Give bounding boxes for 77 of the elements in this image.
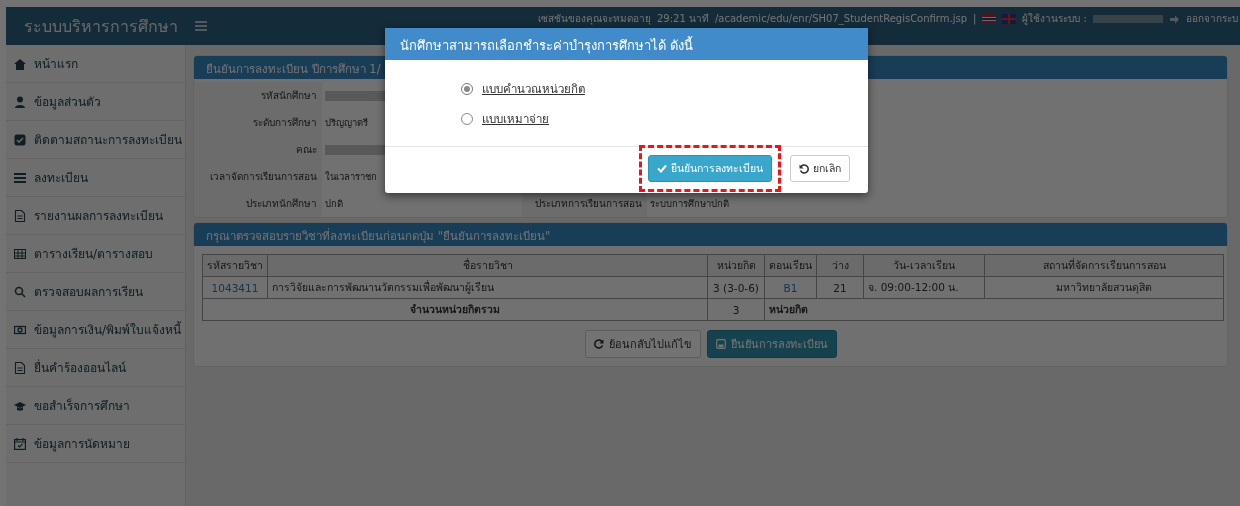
option-link[interactable]: แบบเหมาจ่าย (482, 110, 549, 128)
confirm-button[interactable]: ยืนยันการลงทะเบียน (648, 155, 772, 182)
banknote-icon (14, 323, 26, 336)
table-cell: 21 (816, 276, 864, 299)
sign-out-icon[interactable] (1169, 13, 1180, 25)
list-icon (14, 171, 26, 184)
field-label: ประเภทนักศึกษา (246, 197, 317, 211)
field-value: ระบบการศึกษาปกติ (650, 197, 729, 211)
confirm-registration-button[interactable]: ยืนยันการลงทะเบียน (706, 330, 837, 358)
sidebar-item[interactable]: ตรวจสอบผลการเรียน (34, 282, 143, 301)
total-value: 3 (707, 298, 765, 321)
blurred-value (325, 90, 385, 101)
panel-title: ยืนยันการลงทะเบียน ปีการศึกษา 1/ (206, 62, 381, 76)
session-timer: 29:21 นาที (657, 13, 709, 25)
modal-title: นักศึกษาสามารถเลือกชำระค่าบำรุงการศึกษาได้ ดังนี้ (400, 38, 694, 53)
field-value: ในเวลาราชก (325, 170, 377, 184)
separator: | (973, 13, 977, 25)
field-label: ประเภทการเรียนการสอน (535, 197, 642, 211)
search-icon (14, 285, 26, 298)
document-icon (14, 209, 26, 222)
blurred-value (325, 144, 385, 155)
user-label: ผู้ใช้งานระบบ : (1022, 13, 1087, 25)
sidebar-item[interactable]: ข้อมูลการนัดหมาย (34, 434, 130, 453)
option-link[interactable]: แบบคำนวณหน่วยกิต (482, 80, 585, 98)
save-icon (715, 339, 726, 349)
column-header: ว่าง (816, 254, 864, 277)
back-button[interactable]: ย้อนกลับไปแก้ไข (584, 330, 701, 358)
app-title: ระบบบริหารการศึกษา (24, 16, 178, 36)
home-icon (14, 57, 26, 70)
column-header: ชื่อรายวิชา (267, 254, 708, 277)
logout-link[interactable]: ออกจากระบ (1186, 13, 1238, 25)
column-header: รหัสรายวิชา (202, 254, 268, 277)
column-header: วัน-เวลาเรียน (863, 254, 985, 277)
field-label: คณะ (296, 143, 317, 157)
total-unit: หน่วยกิต (764, 298, 1224, 321)
refresh-icon (593, 339, 604, 349)
table-icon (14, 247, 26, 260)
sidebar-item[interactable]: ข้อมูลการเงิน/พิมพ์ใบแจ้งหนี้ (34, 320, 182, 339)
sidebar-item[interactable]: หน้าแรก (34, 54, 78, 73)
field-value: ปกติ (325, 197, 343, 211)
sidebar-item[interactable]: ขอสำเร็จการศึกษา (34, 396, 130, 415)
table-cell: การวิจัยและการพัฒนานวัตกรรมเพื่อพัฒนาผู้เรียน (267, 276, 708, 299)
sidebar-item[interactable]: ตารางเรียน/ตารางสอบ (34, 244, 154, 263)
table-link[interactable]: 1043411 (202, 276, 268, 299)
menu-icon[interactable] (195, 21, 207, 31)
panel-title: กรุณาตรวจสอบรายวิชาที่ลงทะเบียนก่อนกดปุ่ม "ยืนยันการลงทะเบียน" (206, 229, 551, 243)
sidebar-item[interactable]: ลงทะเบียน (34, 168, 88, 187)
page-path: /academic/edu/enr/SH07_StudentRegisConfirm.jsp (715, 13, 968, 25)
checkmark-icon (657, 164, 667, 173)
column-header: หน่วยกิต (707, 254, 765, 277)
radio-button[interactable] (461, 113, 473, 125)
table-cell: 3 (3-0-6) (707, 276, 765, 299)
checkbox-icon (14, 133, 26, 146)
table-cell: จ. 09:00-12:00 น. (863, 276, 985, 299)
table-cell: มหาวิทยาลัยสวนดุสิต (984, 276, 1224, 299)
graduation-cap-icon (14, 399, 26, 412)
flag-icon[interactable] (982, 14, 997, 24)
field-label: รหัสนักศึกษา (261, 89, 317, 103)
column-header: สถานที่จัดการเรียนการสอน (984, 254, 1224, 277)
sidebar-item[interactable]: รายงานผลการลงทะเบียน (34, 206, 163, 225)
radio-button[interactable] (461, 83, 473, 95)
calendar-icon (14, 437, 26, 450)
cancel-button[interactable]: ยกเลิก (790, 155, 850, 182)
sidebar-item[interactable]: ติดตามสถานะการลงทะเบียน (34, 130, 182, 149)
document-icon (14, 361, 26, 374)
session-text: เซสชันของคุณจะหมดอายุ (538, 13, 651, 25)
user-icon (14, 95, 26, 108)
field-label: เวลาจัดการเรียนการสอน (210, 170, 317, 184)
table-link[interactable]: B1 (764, 276, 817, 299)
sidebar-item[interactable]: ข้อมูลส่วนตัว (34, 92, 101, 111)
undo-icon (799, 163, 809, 174)
field-label: ระดับการศึกษา (253, 116, 317, 130)
field-value: ปริญญาตรี (325, 116, 368, 130)
blurred-username (1093, 15, 1163, 23)
sidebar-item[interactable]: ยื่นคำร้องออนไลน์ (34, 358, 126, 377)
total-label: จำนวนหน่วยกิตรวม (202, 298, 708, 321)
column-header: ตอนเรียน (764, 254, 817, 277)
